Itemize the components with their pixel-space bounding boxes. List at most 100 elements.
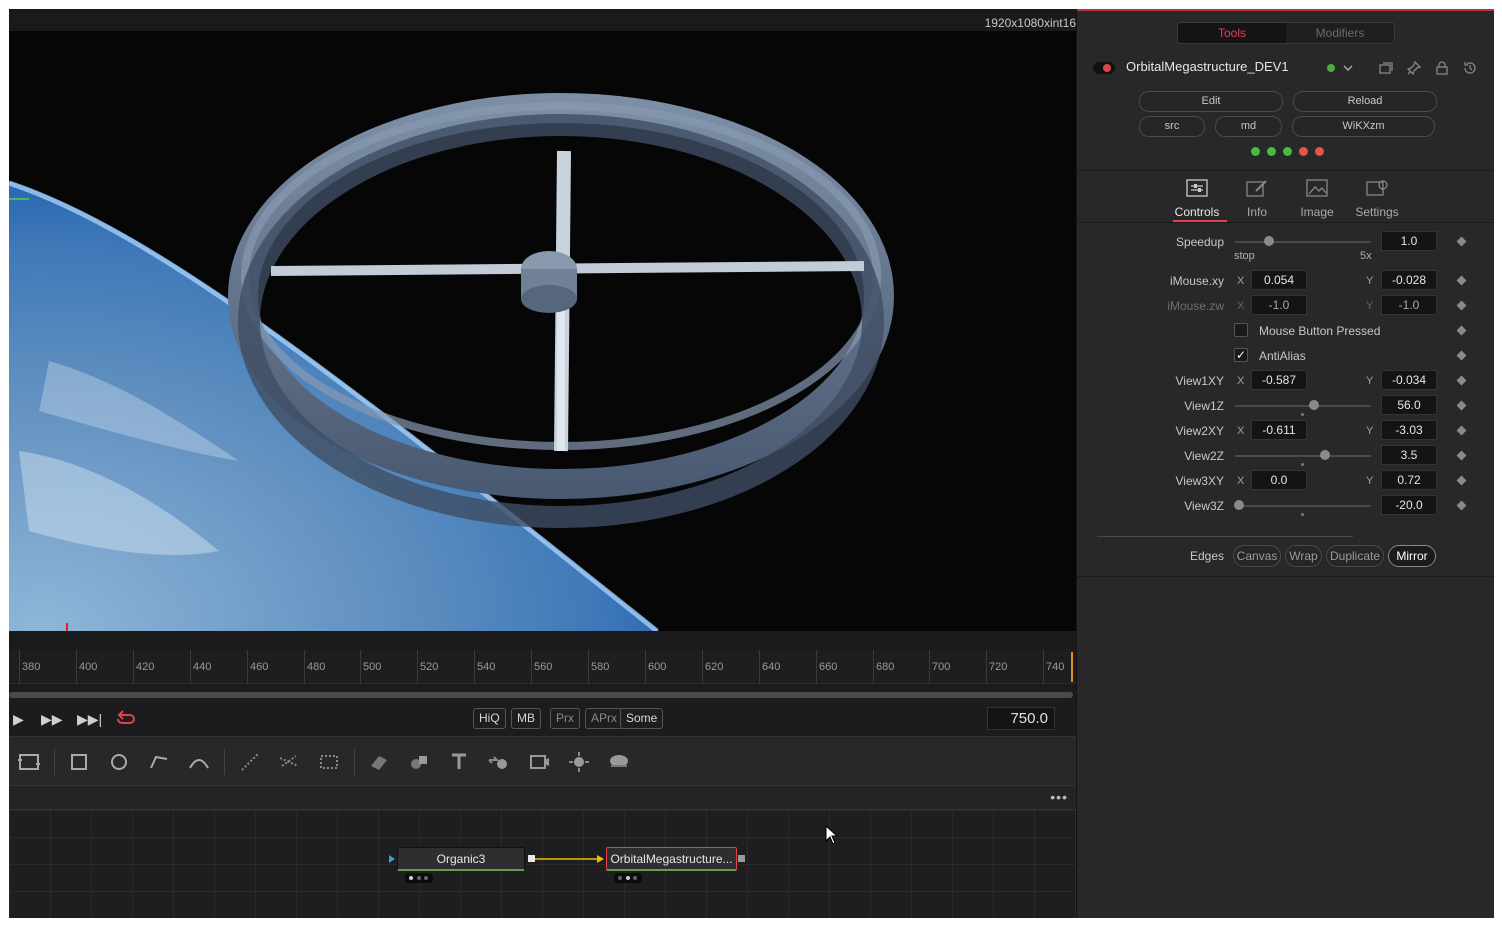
view3-y-field[interactable]: 0.72 [1381, 470, 1437, 490]
renderer-3d-icon[interactable] [607, 750, 631, 774]
view2-y-field[interactable]: -3.03 [1381, 420, 1437, 440]
imouse-y-field[interactable]: -0.028 [1381, 270, 1437, 290]
view3z-slider[interactable] [1235, 505, 1371, 507]
imouse-w-field[interactable]: -1.0 [1381, 295, 1437, 315]
tab-modifiers[interactable]: Modifiers [1286, 23, 1394, 43]
time-ruler[interactable]: 380 400 420 440 460 480 500 520 540 560 580 600 620 6… [9, 650, 1076, 684]
imouse-zw-keyframe-button[interactable] [1456, 300, 1467, 311]
playhead[interactable] [1071, 652, 1073, 682]
chevron-down-icon[interactable] [1340, 60, 1356, 76]
status-led[interactable] [1251, 147, 1260, 156]
speedup-keyframe-button[interactable] [1456, 236, 1467, 247]
sliders-icon [1186, 179, 1208, 197]
status-led[interactable] [1267, 147, 1276, 156]
imouse-xy-keyframe-button[interactable] [1456, 275, 1467, 286]
node-orbitalmegastructure[interactable]: OrbitalMegastructure... [606, 847, 737, 871]
tab-settings[interactable]: Settings [1348, 179, 1406, 223]
some-toggle[interactable]: Some [620, 708, 664, 729]
image-plane-3d-icon[interactable] [367, 750, 391, 774]
view1-y-field[interactable]: -0.034 [1381, 370, 1437, 390]
tab-info[interactable]: Info [1228, 179, 1286, 223]
particle-stack-icon[interactable] [317, 750, 341, 774]
aprx-toggle[interactable]: APrx [585, 708, 624, 729]
tab-controls[interactable]: Controls [1168, 179, 1226, 223]
mouse-button-checkbox[interactable] [1234, 323, 1248, 337]
polygon-mask-icon[interactable] [147, 750, 171, 774]
fast-forward-button[interactable]: ▶▶ [41, 708, 63, 730]
view3z-slider-knob[interactable] [1234, 500, 1244, 510]
view2-x-field[interactable]: -0.611 [1251, 420, 1307, 440]
view3z-keyframe-button[interactable] [1456, 500, 1467, 511]
viewer-image[interactable] [9, 31, 1076, 631]
reset-icon[interactable] [1462, 60, 1478, 76]
status-led[interactable] [1283, 147, 1292, 156]
src-button[interactable]: src [1139, 116, 1205, 137]
edges-duplicate-button[interactable]: Duplicate [1326, 545, 1384, 567]
ruler-tick-label: 480 [307, 661, 326, 673]
view1z-slider[interactable] [1235, 405, 1371, 407]
range-scrollbar[interactable] [9, 692, 1073, 698]
node-editor-menu-button[interactable]: ••• [1050, 789, 1068, 805]
view2z-slider[interactable] [1235, 455, 1371, 457]
transform-icon[interactable] [17, 750, 41, 774]
edges-mirror-button[interactable]: Mirror [1388, 545, 1436, 567]
reload-button[interactable]: Reload [1293, 91, 1437, 112]
view1xy-keyframe-button[interactable] [1456, 375, 1467, 386]
view1z-field[interactable]: 56.0 [1381, 395, 1437, 415]
prx-toggle[interactable]: Prx [550, 708, 580, 729]
wikxzm-button[interactable]: WiKXzm [1292, 116, 1435, 137]
tool-color-dot[interactable] [1327, 64, 1335, 72]
text-3d-icon[interactable] [447, 750, 471, 774]
hiq-toggle[interactable]: HiQ [473, 708, 506, 729]
rectangle-mask-icon[interactable] [67, 750, 91, 774]
speedup-slider[interactable] [1235, 241, 1371, 243]
particle-render-icon[interactable] [277, 750, 301, 774]
ruler-tick-label: 620 [705, 661, 724, 673]
speedup-slider-knob[interactable] [1264, 236, 1274, 246]
node-editor[interactable]: Organic3 OrbitalMegastructure... [9, 810, 1076, 918]
imouse-z-field[interactable]: -1.0 [1251, 295, 1307, 315]
camera-3d-icon[interactable] [527, 750, 551, 774]
edges-wrap-button[interactable]: Wrap [1285, 545, 1322, 567]
bspline-mask-icon[interactable] [187, 750, 211, 774]
imouse-x-field[interactable]: 0.054 [1251, 270, 1307, 290]
merge-3d-icon[interactable] [487, 750, 511, 774]
shape-3d-icon[interactable] [407, 750, 431, 774]
status-led[interactable] [1299, 147, 1308, 156]
view1-x-field[interactable]: -0.587 [1251, 370, 1307, 390]
view2z-field[interactable]: 3.5 [1381, 445, 1437, 465]
view3-x-field[interactable]: 0.0 [1251, 470, 1307, 490]
particle-emitter-icon[interactable] [238, 750, 262, 774]
node-organic3[interactable]: Organic3 [397, 847, 525, 871]
tab-image[interactable]: Image [1288, 179, 1346, 223]
current-frame-field[interactable]: 750.0 [987, 707, 1055, 730]
view1z-keyframe-button[interactable] [1456, 400, 1467, 411]
version-icon[interactable] [1378, 60, 1394, 76]
toolbar-separator [354, 749, 355, 775]
lock-icon[interactable] [1434, 60, 1450, 76]
md-button[interactable]: md [1215, 116, 1282, 137]
view2z-slider-knob[interactable] [1320, 450, 1330, 460]
view2xy-keyframe-button[interactable] [1456, 425, 1467, 436]
light-3d-icon[interactable] [567, 750, 591, 774]
mb-toggle[interactable]: MB [511, 708, 541, 729]
antialias-keyframe-button[interactable] [1456, 350, 1467, 361]
speedup-field[interactable]: 1.0 [1381, 231, 1437, 251]
tool-enable-toggle[interactable] [1093, 62, 1115, 74]
play-button[interactable]: ▶ [13, 708, 24, 730]
view3z-field[interactable]: -20.0 [1381, 495, 1437, 515]
tab-tools[interactable]: Tools [1178, 23, 1286, 43]
go-to-end-button[interactable]: ▶▶| [77, 708, 102, 730]
view2z-keyframe-button[interactable] [1456, 450, 1467, 461]
loop-button[interactable] [115, 707, 137, 729]
ellipse-mask-icon[interactable] [107, 750, 131, 774]
edit-button[interactable]: Edit [1139, 91, 1283, 112]
view1z-slider-knob[interactable] [1309, 400, 1319, 410]
edges-canvas-button[interactable]: Canvas [1233, 545, 1281, 567]
antialias-checkbox[interactable]: ✓ [1234, 348, 1248, 362]
mouse-button-keyframe-button[interactable] [1456, 325, 1467, 336]
viewer[interactable]: 1920x1080xint16 [9, 9, 1076, 649]
status-led[interactable] [1315, 147, 1324, 156]
view3xy-keyframe-button[interactable] [1456, 475, 1467, 486]
pin-icon[interactable] [1406, 60, 1422, 76]
